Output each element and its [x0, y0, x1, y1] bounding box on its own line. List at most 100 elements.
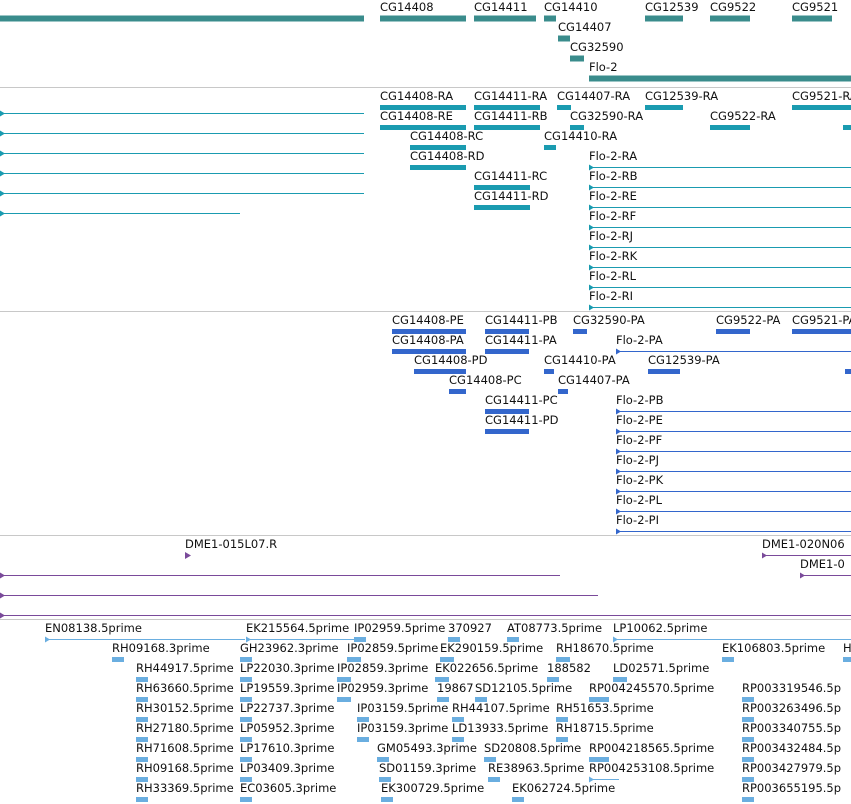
feature-label: Flo-2-PF	[616, 433, 663, 447]
feature-label: Flo-2-RI	[589, 289, 634, 303]
feature-label: IP02859.5prime	[347, 641, 439, 655]
feature-glyph	[558, 389, 568, 394]
feature-label: EK300729.5prime	[381, 781, 485, 795]
feature-label: IP02959.5prime	[354, 621, 446, 635]
feature-label: RH44917.5prime	[136, 661, 234, 675]
feature-label: RH44107.5prime	[452, 701, 550, 715]
feature-label: EK062724.5prime	[512, 781, 616, 795]
feature-glyph	[0, 110, 364, 117]
feature-label: CG14407-PA	[558, 373, 630, 387]
feature-label: CG14408-PD	[414, 353, 488, 367]
feature-label: EK022656.5prime	[435, 661, 539, 675]
feature-glyph	[843, 657, 851, 662]
feature-glyph	[0, 150, 364, 157]
feature-label: CG9522-PA	[716, 313, 781, 327]
feature-label: CG14408-RD	[410, 149, 485, 163]
feature-label: LP22030.3prime	[240, 661, 335, 675]
feature-label: RP003655195.5p	[742, 781, 842, 795]
feature-label: 370927	[448, 621, 492, 635]
feature-glyph	[710, 15, 750, 22]
feature-label: Flo-2-PK	[616, 473, 664, 487]
feature-label: RH33369.5prime	[136, 781, 234, 795]
feature-glyph	[845, 369, 851, 374]
feature-label: LP05952.3prime	[240, 721, 335, 735]
feature-glyph	[710, 125, 750, 130]
feature-glyph	[410, 165, 466, 170]
feature-label: RH71608.5prime	[136, 741, 234, 755]
feature-label: SD01159.3prime	[379, 761, 477, 775]
feature-label: RH18670.5prime	[556, 641, 654, 655]
feature-label: RH63660.5prime	[136, 681, 234, 695]
feature-label: LP17610.3prime	[240, 741, 335, 755]
feature-label: Flo-2-RL	[589, 269, 637, 283]
feature-label: CG14407	[558, 20, 612, 34]
feature-label: EN08138.5prime	[45, 621, 142, 635]
feature-label: CG14411	[474, 0, 528, 14]
feature-label: RP004218565.5prime	[589, 741, 715, 755]
feature-label: CG12539	[645, 0, 699, 14]
feature-label: Flo-2-RB	[589, 169, 638, 183]
feature-glyph	[380, 15, 466, 22]
feature-glyph	[792, 15, 832, 22]
feature-label: H	[843, 641, 851, 655]
feature-glyph	[843, 125, 851, 130]
feature-label: RH30152.5prime	[136, 701, 234, 715]
feature-label: Flo-2-PL	[616, 493, 663, 507]
track-separator	[0, 87, 851, 88]
feature-label: 19867	[437, 681, 474, 695]
feature-label: CG14411-PC	[485, 393, 558, 407]
feature-glyph	[616, 528, 851, 535]
feature-glyph	[0, 612, 851, 619]
feature-label: Flo-2-PB	[616, 393, 664, 407]
feature-label: Flo-2	[589, 60, 618, 74]
feature-glyph	[488, 777, 500, 782]
feature-label: GH23962.3prime	[240, 641, 339, 655]
feature-label: Flo-2-PJ	[616, 453, 660, 467]
feature-label: Flo-2-PA	[616, 333, 663, 347]
feature-label: IP02959.3prime	[337, 681, 429, 695]
feature-label: CG14410-PA	[544, 353, 616, 367]
feature-label: RP003340755.5p	[742, 721, 842, 735]
feature-label: RH09168.3prime	[112, 641, 210, 655]
feature-label: CG32590-PA	[573, 313, 645, 327]
feature-label: Flo-2-RA	[589, 149, 638, 163]
feature-label: CG14411-PD	[485, 413, 559, 427]
feature-glyph	[544, 15, 556, 22]
feature-glyph	[185, 552, 191, 559]
feature-label: CG14411-RD	[474, 189, 549, 203]
feature-label: CG32590-RA	[570, 109, 644, 123]
feature-label: IP03159.3prime	[357, 721, 449, 735]
feature-label: DME1-0	[800, 557, 845, 571]
feature-label: CG14411-RC	[474, 169, 548, 183]
feature-label: CG12539-PA	[648, 353, 720, 367]
feature-glyph	[112, 657, 124, 662]
feature-label: Flo-2-PI	[616, 513, 660, 527]
feature-label: RH18715.5prime	[556, 721, 654, 735]
feature-label: CG9522	[710, 0, 757, 14]
feature-glyph	[485, 429, 529, 434]
feature-label: CG14408-PC	[449, 373, 522, 387]
feature-glyph	[474, 205, 530, 210]
feature-glyph	[573, 329, 587, 334]
feature-label: CG9522-RA	[710, 109, 776, 123]
feature-label: EK106803.5prime	[722, 641, 826, 655]
feature-glyph	[645, 105, 683, 110]
feature-label: AT08773.5prime	[507, 621, 603, 635]
feature-label: RP004253108.5prime	[589, 761, 715, 775]
feature-glyph	[792, 329, 851, 334]
feature-label: CG14408-RC	[410, 129, 484, 143]
feature-label: CG9521-RA	[792, 89, 851, 103]
feature-label: RH51653.5prime	[556, 701, 654, 715]
genome-browser-tracks: CG14408 CG14411 CG14410 CG12539 CG9522 CG9521…	[0, 0, 851, 803]
feature-label: CG14411-PA	[485, 333, 557, 347]
feature-label: CG14408	[380, 0, 434, 14]
feature-label: CG32590	[570, 40, 624, 54]
feature-label: CG14408-RA	[380, 89, 454, 103]
feature-label: Flo-2-RK	[589, 249, 638, 263]
feature-label: CG14410-RA	[544, 129, 618, 143]
feature-label: Flo-2-RE	[589, 189, 637, 203]
feature-label: CG9521	[792, 0, 839, 14]
feature-glyph	[589, 304, 851, 311]
feature-label: RP003427979.5p	[742, 761, 842, 775]
feature-label: LP10062.5prime	[613, 621, 708, 635]
